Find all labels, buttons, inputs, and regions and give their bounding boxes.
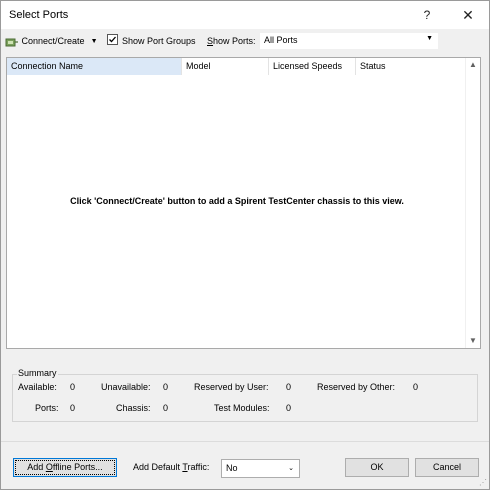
summary-title: Summary	[17, 368, 58, 378]
connect-create-button[interactable]: Connect/Create ▼	[5, 34, 98, 48]
add-offline-ports-button[interactable]: Add Offline Ports...	[13, 458, 117, 477]
reserved-other-label: Reserved by Other:	[317, 382, 396, 392]
scroll-down-icon[interactable]: ▼	[466, 334, 480, 348]
toolbar: Connect/Create ▼ Show Port Groups Show Po…	[1, 30, 489, 52]
default-traffic-value: No	[226, 463, 238, 473]
ports-label: Ports:	[35, 403, 59, 413]
select-ports-dialog: Select Ports ? ✕ Connect/Create ▼ Show Po…	[0, 0, 490, 490]
help-button[interactable]: ?	[419, 7, 435, 23]
reserved-user-label: Reserved by User:	[194, 382, 269, 392]
ports-grid[interactable]: Connection Name Model Licensed Speeds St…	[6, 57, 481, 349]
chevron-down-icon[interactable]: ▼	[91, 38, 98, 45]
column-header-licensed-speeds[interactable]: Licensed Speeds	[269, 58, 356, 75]
column-header-connection-name[interactable]: Connection Name	[7, 58, 182, 75]
title-bar: Select Ports ? ✕	[1, 1, 489, 29]
column-header-status[interactable]: Status	[356, 58, 467, 75]
show-port-groups-label[interactable]: Show Port Groups	[122, 34, 196, 48]
close-button[interactable]: ✕	[460, 7, 476, 23]
chevron-down-icon: ⌄	[288, 465, 294, 472]
reserved-other-value: 0	[413, 382, 419, 392]
window-title: Select Ports	[9, 9, 69, 21]
chassis-value: 0	[163, 403, 169, 413]
reserved-user-value: 0	[286, 382, 292, 392]
chevron-down-icon: ▼	[426, 35, 433, 42]
resize-grip-icon[interactable]: ⋰	[479, 478, 487, 487]
focus-rect	[15, 460, 115, 475]
empty-grid-message: Click 'Connect/Create' button to add a S…	[70, 196, 404, 206]
test-modules-value: 0	[286, 403, 292, 413]
unavailable-label: Unavailable:	[101, 382, 151, 392]
chassis-label: Chassis:	[116, 403, 151, 413]
footer-divider	[1, 441, 489, 442]
grid-header: Connection Name Model Licensed Speeds St…	[7, 58, 467, 75]
show-ports-select[interactable]: All Ports ▼	[260, 33, 438, 49]
scroll-up-icon[interactable]: ▲	[466, 58, 480, 72]
show-port-groups-checkbox[interactable]	[107, 34, 118, 45]
checkmark-icon	[109, 36, 116, 43]
add-default-traffic-label: Add Default Traffic:	[133, 462, 210, 472]
plug-icon	[5, 38, 18, 47]
default-traffic-select[interactable]: No ⌄	[221, 459, 300, 478]
connect-create-label: Connect/Create	[21, 36, 85, 46]
ok-button[interactable]: OK	[345, 458, 409, 477]
available-label: Available:	[18, 382, 57, 392]
column-header-model[interactable]: Model	[182, 58, 269, 75]
test-modules-label: Test Modules:	[214, 403, 270, 413]
show-ports-value: All Ports	[264, 35, 298, 45]
ports-value: 0	[70, 403, 76, 413]
available-value: 0	[70, 382, 76, 392]
summary-available: Available:	[18, 382, 57, 392]
vertical-scrollbar[interactable]: ▲ ▼	[465, 58, 480, 348]
show-ports-label: Show Ports:	[207, 36, 256, 46]
unavailable-value: 0	[163, 382, 169, 392]
cancel-button[interactable]: Cancel	[415, 458, 479, 477]
